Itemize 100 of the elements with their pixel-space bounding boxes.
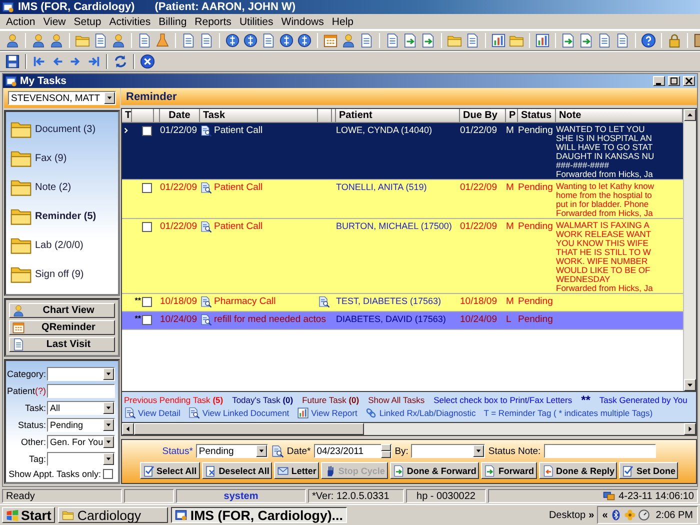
report-icon[interactable]: [491, 33, 506, 48]
document-icon[interactable]: [93, 33, 108, 48]
caret-icon[interactable]: [103, 453, 114, 465]
column-header[interactable]: T: [122, 109, 132, 123]
document-icon[interactable]: [465, 33, 480, 48]
date-field[interactable]: 04/23/2011: [314, 444, 392, 458]
dropdown[interactable]: Pending: [47, 418, 115, 432]
coin-icon[interactable]: [243, 33, 258, 48]
column-header[interactable]: [154, 109, 160, 123]
folder-icon[interactable]: [447, 33, 462, 48]
table-row[interactable]: ** 10/24/09 refill for med needed actos DIABETES, DAVID (17563) 10/24/09 L Pending: [122, 312, 683, 330]
report-icon[interactable]: [535, 33, 550, 48]
help-link[interactable]: (?): [35, 386, 46, 396]
document-icon[interactable]: [597, 33, 612, 48]
column-header[interactable]: Date: [160, 109, 200, 123]
input-field[interactable]: [47, 384, 115, 398]
checkbox[interactable]: [142, 297, 152, 307]
folder-icon[interactable]: [509, 33, 524, 48]
legend-link[interactable]: View Report: [297, 407, 358, 419]
scroll-down-icon[interactable]: [684, 379, 696, 391]
taskbar-button[interactable]: IMS (FOR, Cardiology)...: [171, 507, 347, 523]
folder-item[interactable]: Lab (2/0/0): [10, 234, 114, 256]
column-header[interactable]: [132, 109, 154, 123]
first-icon[interactable]: [32, 54, 47, 69]
column-header[interactable]: P: [506, 109, 518, 123]
action-button[interactable]: Done & Forward: [390, 462, 480, 479]
scroll-right-icon[interactable]: [684, 423, 696, 435]
action-button[interactable]: Select All: [140, 462, 200, 479]
expand-button[interactable]: »: [588, 510, 594, 520]
gauge-icon[interactable]: [638, 509, 650, 521]
legend-link[interactable]: View Detail: [124, 407, 180, 419]
folder-item[interactable]: Note (2): [10, 176, 114, 198]
collapse-button[interactable]: «: [602, 510, 608, 520]
legend-link[interactable]: Linked Rx/Lab/Diagnostic: [365, 407, 476, 419]
action-button[interactable]: Letter: [274, 462, 320, 479]
user-dropdown[interactable]: STEVENSON, MATT: [8, 91, 116, 105]
document-icon[interactable]: [359, 33, 374, 48]
person-icon[interactable]: [111, 33, 126, 48]
document-icon[interactable]: [181, 33, 196, 48]
bluetooth-icon[interactable]: [610, 509, 622, 521]
menu-item[interactable]: Action: [2, 16, 40, 28]
dropdown[interactable]: Gen. For You: [47, 435, 115, 449]
menu-item[interactable]: Help: [328, 16, 358, 28]
help-icon[interactable]: [641, 33, 656, 48]
folder-item[interactable]: Sign off (9): [10, 263, 114, 285]
legend-link[interactable]: View Linked Document: [188, 407, 290, 419]
coin-icon[interactable]: [225, 33, 240, 48]
checkbox[interactable]: [142, 315, 152, 325]
start-button[interactable]: Start: [2, 507, 56, 523]
document-icon[interactable]: [615, 33, 630, 48]
action-button[interactable]: Deselect All: [202, 462, 272, 479]
scrollbar-thumb[interactable]: [134, 423, 364, 435]
scroll-left-icon[interactable]: [122, 423, 134, 435]
forward-icon[interactable]: [561, 33, 576, 48]
folder-icon[interactable]: [75, 33, 90, 48]
document-icon[interactable]: [137, 33, 152, 48]
menu-item[interactable]: Billing: [154, 16, 191, 28]
menu-item[interactable]: Activities: [105, 16, 155, 28]
forward-icon[interactable]: [403, 33, 418, 48]
lock-icon[interactable]: [667, 33, 682, 48]
checkbox[interactable]: [142, 126, 152, 136]
caret-icon[interactable]: [103, 436, 114, 448]
maximize-button[interactable]: [668, 76, 680, 86]
caret-icon[interactable]: [103, 368, 114, 380]
dropdown[interactable]: All: [47, 401, 115, 415]
person-icon[interactable]: [49, 33, 64, 48]
document-icon[interactable]: [385, 33, 400, 48]
last-icon[interactable]: [86, 54, 101, 69]
menu-item[interactable]: Setup: [70, 16, 106, 28]
coin-icon[interactable]: [297, 33, 312, 48]
column-header[interactable]: Status: [518, 109, 556, 123]
action-button[interactable]: Done & Reply: [538, 462, 618, 479]
column-header[interactable]: [318, 109, 332, 123]
close-button[interactable]: [683, 76, 695, 86]
flower-icon[interactable]: [624, 509, 636, 521]
checkbox[interactable]: [142, 222, 152, 232]
nav-button[interactable]: QReminder: [9, 320, 115, 335]
menu-item[interactable]: Reports: [190, 16, 236, 28]
nav-button[interactable]: Last Visit: [9, 337, 115, 352]
magnifier-document-icon[interactable]: [318, 296, 330, 308]
close-icon[interactable]: [140, 54, 155, 69]
caret-icon[interactable]: [473, 445, 484, 457]
person-icon[interactable]: [341, 33, 356, 48]
forward-icon[interactable]: [421, 33, 436, 48]
table-row[interactable]: [122, 219, 683, 294]
checkbox[interactable]: [142, 183, 152, 193]
column-header[interactable]: Due By: [460, 109, 506, 123]
menu-item[interactable]: Windows: [277, 16, 328, 28]
magnifier-document-icon[interactable]: [270, 444, 284, 458]
save-icon[interactable]: [5, 54, 20, 69]
table-row[interactable]: ** 10/18/09 Pharmacy Call TEST, DIABETES (17563) 10/18/09 M Pending: [122, 294, 683, 312]
taskbar-button[interactable]: Cardiology: [58, 507, 168, 523]
column-header[interactable]: [332, 109, 336, 123]
column-header[interactable]: Task: [200, 109, 318, 123]
dropdown[interactable]: [411, 444, 486, 458]
refresh-icon[interactable]: [113, 54, 128, 69]
scrollbar[interactable]: [121, 423, 697, 436]
caret-icon[interactable]: [103, 402, 114, 414]
input-field[interactable]: [544, 444, 656, 458]
document-icon[interactable]: [261, 33, 276, 48]
